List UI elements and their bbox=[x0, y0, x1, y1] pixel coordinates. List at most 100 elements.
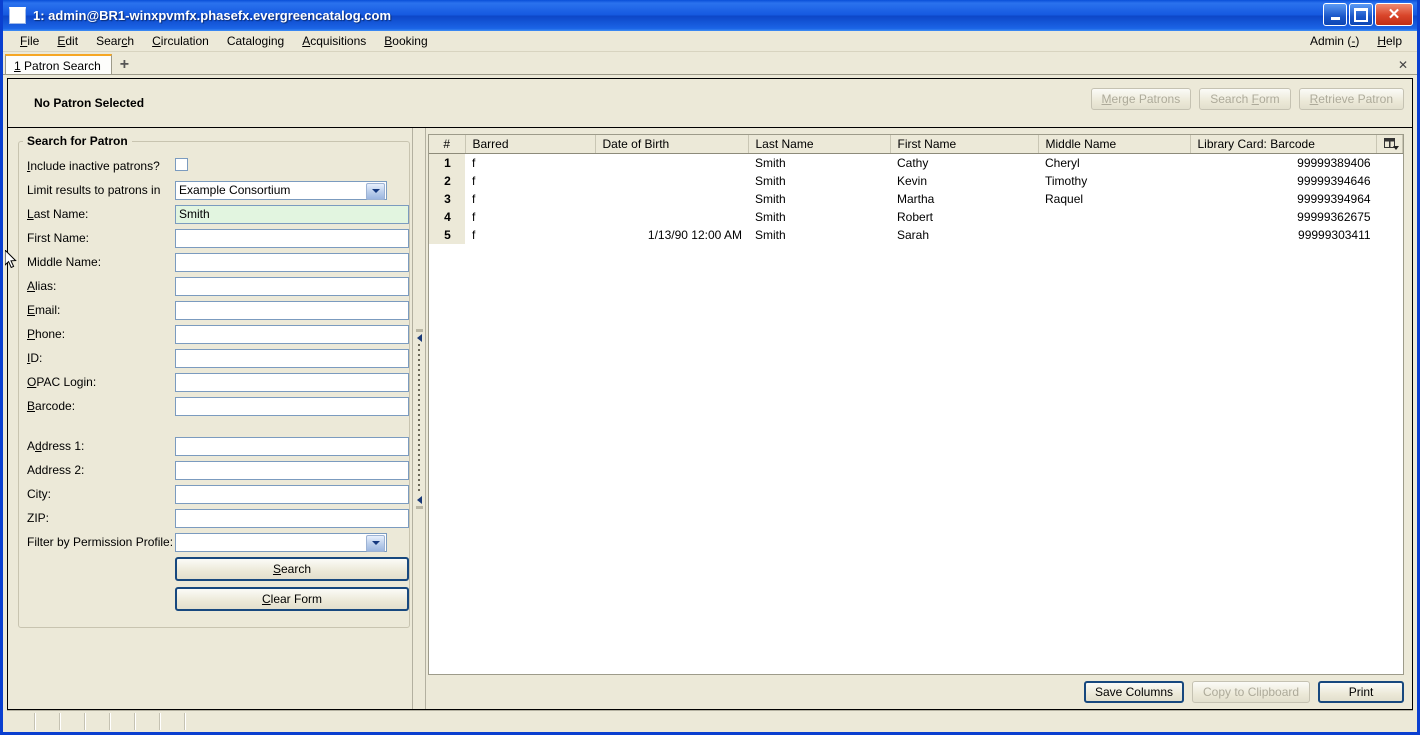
include-inactive-checkbox[interactable] bbox=[175, 158, 188, 171]
opac-login-input[interactable] bbox=[175, 372, 409, 392]
row-limit-results: Limit results to patrons in Example Cons… bbox=[19, 178, 409, 202]
tab-patron-search[interactable]: 1 Patron Search bbox=[5, 54, 112, 74]
chevron-down-icon bbox=[1393, 145, 1400, 150]
first-name-input[interactable] bbox=[175, 228, 409, 248]
limit-results-select[interactable]: Example Consortium bbox=[175, 180, 387, 200]
retrieve-patron-button[interactable]: Retrieve Patron bbox=[1298, 88, 1404, 110]
table-row[interactable]: 4 f Smith Robert 99999362675 bbox=[429, 207, 1403, 226]
cell-barcode: 99999394646 bbox=[1297, 173, 1371, 188]
barcode-input[interactable] bbox=[175, 396, 409, 416]
cell-first-name: Martha bbox=[897, 191, 935, 206]
row-email: Email: bbox=[19, 298, 409, 322]
save-columns-button[interactable]: Save Columns bbox=[1083, 681, 1184, 703]
cell-last-name: Smith bbox=[755, 155, 786, 170]
close-button[interactable]: ✕ bbox=[1375, 3, 1413, 26]
column-header-barred[interactable]: Barred bbox=[465, 135, 596, 154]
minimize-icon bbox=[1330, 16, 1340, 20]
menu-acquisitions[interactable]: Acquisitions bbox=[293, 32, 375, 50]
cell-spacer bbox=[1377, 226, 1403, 244]
results-header-row: # Barred Date of Birth Last Name First N… bbox=[429, 135, 1404, 154]
phone-input[interactable] bbox=[175, 324, 409, 344]
table-row[interactable]: 1 f Smith Cathy Cheryl 99999389406 bbox=[429, 153, 1403, 172]
address-1-input[interactable] bbox=[175, 436, 409, 456]
alias-input[interactable] bbox=[175, 276, 409, 296]
cell-dob bbox=[595, 172, 748, 190]
results-table-wrapper: # Barred Date of Birth Last Name First N… bbox=[428, 134, 1405, 675]
menu-admin[interactable]: Admin (-) bbox=[1301, 32, 1368, 50]
collapse-left-arrow-icon-2[interactable] bbox=[416, 495, 422, 504]
cell-barred: f bbox=[472, 191, 476, 206]
alias-label: Alias: bbox=[27, 279, 57, 293]
maximize-button[interactable] bbox=[1349, 3, 1373, 26]
row-middle-name: Middle Name: bbox=[19, 250, 409, 274]
cell-first-name: Cathy bbox=[897, 155, 929, 170]
menu-file[interactable]: File bbox=[11, 32, 48, 50]
column-header-first-name[interactable]: First Name bbox=[890, 135, 1039, 154]
row-address-2: Address 2: bbox=[19, 458, 409, 482]
city-label: City: bbox=[27, 487, 51, 501]
cell-last-name: Smith bbox=[755, 227, 786, 242]
column-header-last-name[interactable]: Last Name bbox=[748, 135, 891, 154]
copy-to-clipboard-button[interactable]: Copy to Clipboard bbox=[1192, 681, 1311, 703]
merge-patrons-button[interactable]: Merge Patrons bbox=[1090, 88, 1192, 110]
collapse-left-arrow-icon[interactable] bbox=[416, 333, 422, 342]
menu-cataloging[interactable]: Cataloging bbox=[218, 32, 293, 50]
cell-middle-name: Raquel bbox=[1045, 191, 1084, 206]
column-header-barcode[interactable]: Library Card: Barcode bbox=[1190, 135, 1378, 154]
menu-help[interactable]: Help bbox=[1368, 32, 1411, 50]
column-header-number[interactable]: # bbox=[429, 135, 466, 154]
menu-circulation[interactable]: Circulation bbox=[143, 32, 218, 50]
clear-form-button[interactable]: Clear Form bbox=[175, 587, 409, 611]
search-form-button[interactable]: Search Form bbox=[1199, 88, 1291, 110]
cell-dob bbox=[595, 208, 748, 226]
close-tab-icon[interactable]: ✕ bbox=[1398, 58, 1408, 72]
window-controls: ✕ bbox=[1323, 3, 1413, 26]
column-header-dob[interactable]: Date of Birth bbox=[595, 135, 749, 154]
search-fieldset-legend: Search for Patron bbox=[27, 134, 128, 148]
cell-dob bbox=[595, 154, 748, 172]
cell-middle-name bbox=[1038, 226, 1190, 244]
city-input[interactable] bbox=[175, 484, 409, 504]
cell-dob: 1/13/90 12:00 AM bbox=[647, 227, 742, 242]
cell-barred: f bbox=[472, 155, 476, 170]
menu-edit[interactable]: Edit bbox=[48, 32, 87, 50]
cell-middle-name: Cheryl bbox=[1045, 155, 1080, 170]
column-picker-button[interactable] bbox=[1376, 135, 1404, 154]
search-button[interactable]: Search bbox=[175, 557, 409, 581]
email-input[interactable] bbox=[175, 300, 409, 320]
pane-splitter[interactable] bbox=[412, 128, 426, 709]
search-form-actions: Search Clear Form bbox=[19, 557, 409, 611]
cell-barred: f bbox=[472, 209, 476, 224]
row-include-inactive: Include inactive patrons? bbox=[19, 154, 409, 178]
cell-first-name: Kevin bbox=[897, 173, 928, 188]
row-city: City: bbox=[19, 482, 409, 506]
middle-name-input[interactable] bbox=[175, 252, 409, 272]
content-frame: No Patron Selected Merge Patrons Search … bbox=[7, 78, 1413, 710]
zip-input[interactable] bbox=[175, 508, 409, 528]
row-opac-login: OPAC Login: bbox=[19, 370, 409, 394]
title-bar: 1: admin@BR1-winxpvmfx.phasefx.evergreen… bbox=[3, 0, 1417, 31]
menu-search[interactable]: Search bbox=[87, 32, 143, 50]
cell-last-name: Smith bbox=[755, 173, 786, 188]
cell-last-name: Smith bbox=[755, 191, 786, 206]
print-button[interactable]: Print bbox=[1318, 681, 1405, 703]
last-name-input[interactable] bbox=[175, 204, 409, 224]
id-input[interactable] bbox=[175, 348, 409, 368]
barcode-label: Barcode: bbox=[27, 399, 76, 413]
new-tab-button[interactable]: + bbox=[112, 57, 137, 74]
search-for-patron-fieldset: Search for Patron Include inactive patro… bbox=[18, 134, 410, 628]
table-row[interactable]: 2 f Smith Kevin Timothy 99999394646 bbox=[429, 171, 1403, 190]
cell-spacer bbox=[1377, 208, 1403, 226]
content-area: No Patron Selected Merge Patrons Search … bbox=[3, 75, 1417, 732]
permission-profile-select[interactable] bbox=[175, 532, 387, 552]
table-row[interactable]: 5 f 1/13/90 12:00 AM Smith Sarah 9999930… bbox=[429, 225, 1403, 244]
status-segment-main bbox=[186, 713, 1411, 730]
address-2-input[interactable] bbox=[175, 460, 409, 480]
limit-results-value: Example Consortium bbox=[179, 183, 291, 197]
column-header-middle-name[interactable]: Middle Name bbox=[1038, 135, 1191, 154]
chevron-down-icon bbox=[366, 182, 385, 200]
row-last-name: Last Name: bbox=[19, 202, 409, 226]
minimize-button[interactable] bbox=[1323, 3, 1347, 26]
menu-booking[interactable]: Booking bbox=[375, 32, 436, 50]
table-row[interactable]: 3 f Smith Martha Raquel 99999394964 bbox=[429, 189, 1403, 208]
